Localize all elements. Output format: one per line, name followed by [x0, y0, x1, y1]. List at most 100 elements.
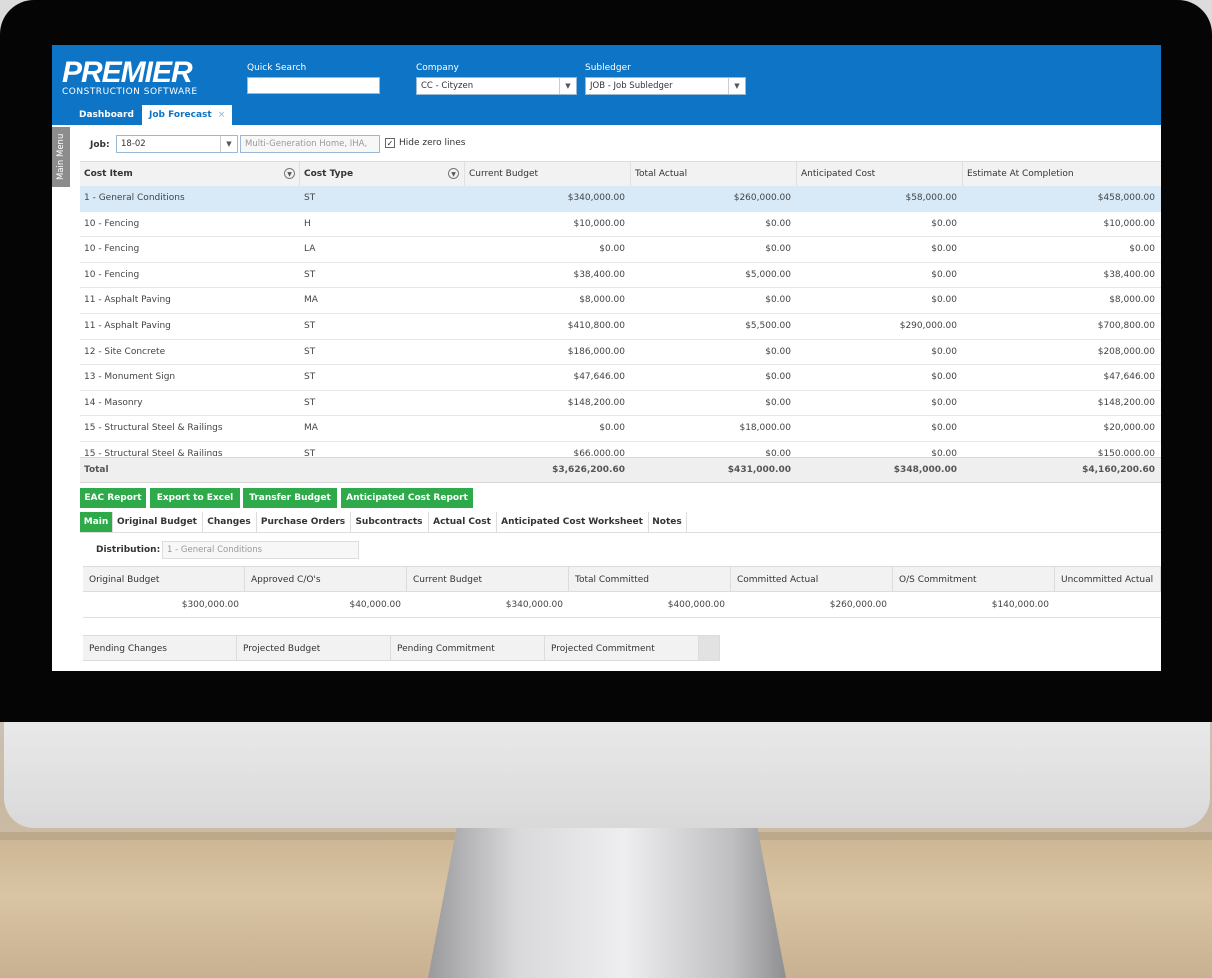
- column-header[interactable]: Cost Type ▼: [300, 162, 465, 186]
- table-cell: ST: [304, 397, 316, 408]
- tab-label: Job Forecast: [149, 110, 212, 120]
- table-cell: $0.00: [765, 244, 791, 255]
- summary-column-header: O/S Commitment: [893, 566, 1055, 592]
- table-cell: $10,000.00: [573, 218, 625, 229]
- subledger-select[interactable]: JOB - Job Subledger ▼: [585, 77, 746, 95]
- logo[interactable]: PREMIER CONSTRUCTION SOFTWARE: [62, 56, 198, 98]
- hide-zero-checkbox[interactable]: ✓: [385, 138, 395, 148]
- tab-job-forecast[interactable]: Job Forecast ×: [142, 105, 233, 125]
- filter-icon[interactable]: ▼: [448, 168, 459, 179]
- chevron-down-icon[interactable]: ▼: [728, 78, 745, 94]
- table-cell: $38,400.00: [1103, 269, 1155, 280]
- table-cell: 15 - Structural Steel & Railings: [84, 423, 223, 434]
- table-cell: $8,000.00: [579, 295, 625, 306]
- table-cell: 15 - Structural Steel & Railings: [84, 449, 223, 456]
- filter-icon[interactable]: ▼: [284, 168, 295, 179]
- total-anticipated-cost: $348,000.00: [893, 465, 957, 475]
- export-excel-button[interactable]: Export to Excel: [150, 488, 240, 508]
- table-cell: 10 - Fencing: [84, 244, 140, 255]
- summary-column-header: Total Committed: [569, 566, 731, 592]
- table-scrollbar[interactable]: [699, 635, 720, 661]
- table-row[interactable]: 10 - Fencing ST $38,400.00 $5,000.00 $0.00 $3…: [80, 263, 1161, 289]
- table-cell: ST: [304, 449, 316, 456]
- total-label: Total: [84, 465, 109, 475]
- projection-column-header: Pending Changes: [83, 635, 237, 661]
- table-cell: $260,000.00: [733, 193, 791, 203]
- table-cell: $290,000.00: [899, 321, 957, 331]
- table-cell: $0.00: [931, 423, 957, 434]
- table-row[interactable]: 10 - Fencing LA $0.00 $0.00 $0.00 $0.00: [80, 237, 1161, 263]
- summary-column-header: Approved C/O's: [245, 566, 407, 592]
- monitor-stand: [428, 828, 786, 978]
- table-cell: 12 - Site Concrete: [84, 346, 166, 357]
- quick-search-input[interactable]: [247, 77, 380, 94]
- tab-notes[interactable]: Notes: [648, 512, 687, 532]
- table-row[interactable]: 15 - Structural Steel & Railings MA $0.00 $…: [80, 416, 1161, 442]
- job-description: Multi-Generation Home, IHA,: [240, 135, 380, 153]
- tab-subcontracts[interactable]: Subcontracts: [350, 512, 429, 532]
- tab-purchase-orders[interactable]: Purchase Orders: [256, 512, 351, 532]
- chevron-down-icon[interactable]: ▼: [559, 78, 576, 94]
- table-row[interactable]: 11 - Asphalt Paving MA $8,000.00 $0.00 $0.00…: [80, 288, 1161, 314]
- job-value: 18-02: [121, 139, 146, 149]
- table-cell: $150,000.00: [1097, 449, 1155, 456]
- main-menu-toggle[interactable]: Main Menu: [52, 127, 70, 187]
- table-cell: $0.00: [931, 346, 957, 357]
- table-cell: $0.00: [931, 244, 957, 255]
- table-cell: $8,000.00: [1109, 295, 1155, 306]
- table-row[interactable]: 13 - Monument Sign ST $47,646.00 $0.00 $0.00…: [80, 365, 1161, 391]
- table-cell: $0.00: [765, 346, 791, 357]
- logo-main: PREMIER: [62, 56, 193, 89]
- table-row[interactable]: 1 - General Conditions ST $340,000.00 $260,…: [80, 186, 1161, 212]
- column-header[interactable]: Total Actual: [631, 162, 797, 186]
- table-cell: $340,000.00: [567, 193, 625, 203]
- company-select[interactable]: CC - Cityzen ▼: [416, 77, 577, 95]
- total-total-actual: $431,000.00: [727, 465, 791, 475]
- table-row[interactable]: 14 - Masonry ST $148,200.00 $0.00 $0.00 $148,…: [80, 391, 1161, 417]
- table-cell: $0.00: [765, 372, 791, 383]
- top-bar: PREMIER CONSTRUCTION SOFTWARE Quick Sear…: [52, 45, 1161, 125]
- tab-actual-cost[interactable]: Actual Cost: [428, 512, 497, 532]
- column-label: Cost Item: [84, 169, 133, 179]
- summary-value: $400,000.00: [569, 592, 731, 618]
- table-cell: $18,000.00: [739, 423, 791, 434]
- subledger-value: JOB - Job Subledger: [590, 81, 673, 91]
- app-screen: PREMIER CONSTRUCTION SOFTWARE Quick Sear…: [52, 45, 1161, 671]
- eac-report-button[interactable]: EAC Report: [80, 488, 146, 508]
- company-label: Company: [416, 63, 459, 73]
- total-current-budget: $3,626,200.60: [552, 465, 625, 475]
- table-cell: $148,200.00: [1097, 397, 1155, 408]
- table-cell: LA: [304, 244, 316, 255]
- table-row[interactable]: 10 - Fencing H $10,000.00 $0.00 $0.00 $10,000…: [80, 212, 1161, 238]
- column-header[interactable]: Anticipated Cost: [797, 162, 963, 186]
- table-cell: $0.00: [931, 269, 957, 280]
- table-cell: $0.00: [765, 397, 791, 408]
- table-cell: 10 - Fencing: [84, 269, 140, 280]
- distribution-field[interactable]: 1 - General Conditions: [162, 541, 359, 559]
- table-row[interactable]: 15 - Structural Steel & Railings ST $66,00…: [80, 442, 1161, 456]
- table-cell: $208,000.00: [1097, 346, 1155, 357]
- anticipated-cost-report-button[interactable]: Anticipated Cost Report: [341, 488, 473, 508]
- table-row[interactable]: 11 - Asphalt Paving ST $410,800.00 $5,500.0…: [80, 314, 1161, 340]
- tab-main[interactable]: Main: [80, 512, 113, 532]
- subledger-label: Subledger: [585, 63, 631, 73]
- table-cell: $458,000.00: [1097, 193, 1155, 203]
- forecast-grid: Cost Item ▼ Cost Type ▼ Current Budget T…: [80, 161, 1161, 461]
- table-cell: ST: [304, 193, 316, 203]
- table-cell: 11 - Asphalt Paving: [84, 321, 171, 331]
- table-row[interactable]: 12 - Site Concrete ST $186,000.00 $0.00 $0.0…: [80, 340, 1161, 366]
- transfer-budget-button[interactable]: Transfer Budget: [243, 488, 337, 508]
- summary-value: [1055, 592, 1161, 618]
- column-header[interactable]: Estimate At Completion: [963, 162, 1161, 186]
- tab-original-budget[interactable]: Original Budget: [112, 512, 203, 532]
- tab-dashboard[interactable]: Dashboard: [72, 105, 141, 125]
- grid-body: 1 - General Conditions ST $340,000.00 $260,…: [80, 186, 1161, 456]
- job-select[interactable]: 18-02 ▼: [116, 135, 238, 153]
- tab-anticipated-cost-worksheet[interactable]: Anticipated Cost Worksheet: [496, 512, 649, 532]
- chevron-down-icon[interactable]: ▼: [220, 136, 237, 152]
- column-header[interactable]: Current Budget: [465, 162, 631, 186]
- total-estimate-at-completion: $4,160,200.60: [1082, 465, 1155, 475]
- tab-changes[interactable]: Changes: [202, 512, 257, 532]
- column-header[interactable]: Cost Item ▼: [80, 162, 300, 186]
- close-icon[interactable]: ×: [218, 110, 226, 120]
